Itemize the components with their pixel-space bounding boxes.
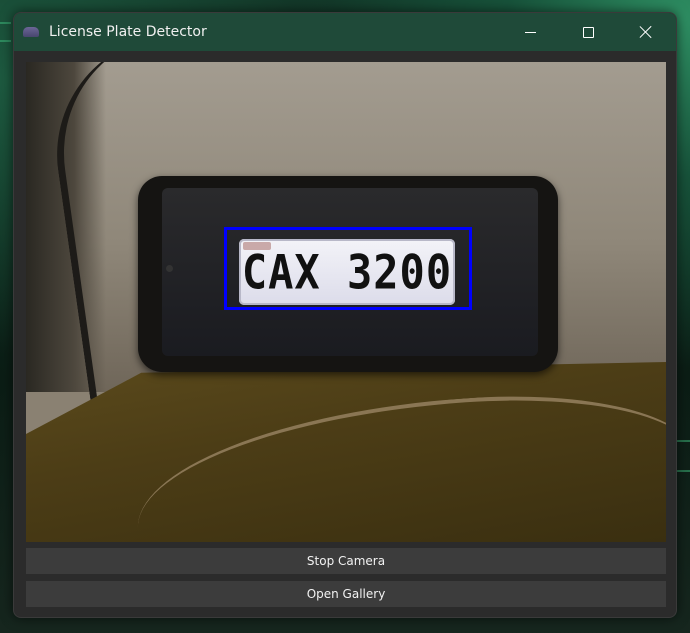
- app-icon: [23, 27, 39, 37]
- feed-phone-camera: [166, 265, 173, 272]
- title-bar[interactable]: License Plate Detector: [14, 13, 676, 51]
- close-icon: [639, 25, 653, 39]
- maximize-button[interactable]: [559, 13, 617, 51]
- terminal-text-fragment: [677, 440, 690, 442]
- app-window: License Plate Detector CAX 3200 Stop Cam…: [13, 12, 677, 618]
- terminal-text-fragment: [0, 40, 11, 42]
- terminal-text-fragment: [677, 470, 690, 472]
- close-button[interactable]: [617, 13, 675, 51]
- detection-bounding-box: [224, 227, 472, 310]
- minimize-icon: [524, 31, 536, 33]
- stop-camera-button[interactable]: Stop Camera: [26, 548, 666, 574]
- terminal-text-fragment: [0, 22, 11, 24]
- camera-feed: CAX 3200: [26, 62, 666, 542]
- maximize-icon: [582, 26, 594, 38]
- minimize-button[interactable]: [501, 13, 559, 51]
- open-gallery-button[interactable]: Open Gallery: [26, 581, 666, 607]
- window-title: License Plate Detector: [49, 24, 207, 40]
